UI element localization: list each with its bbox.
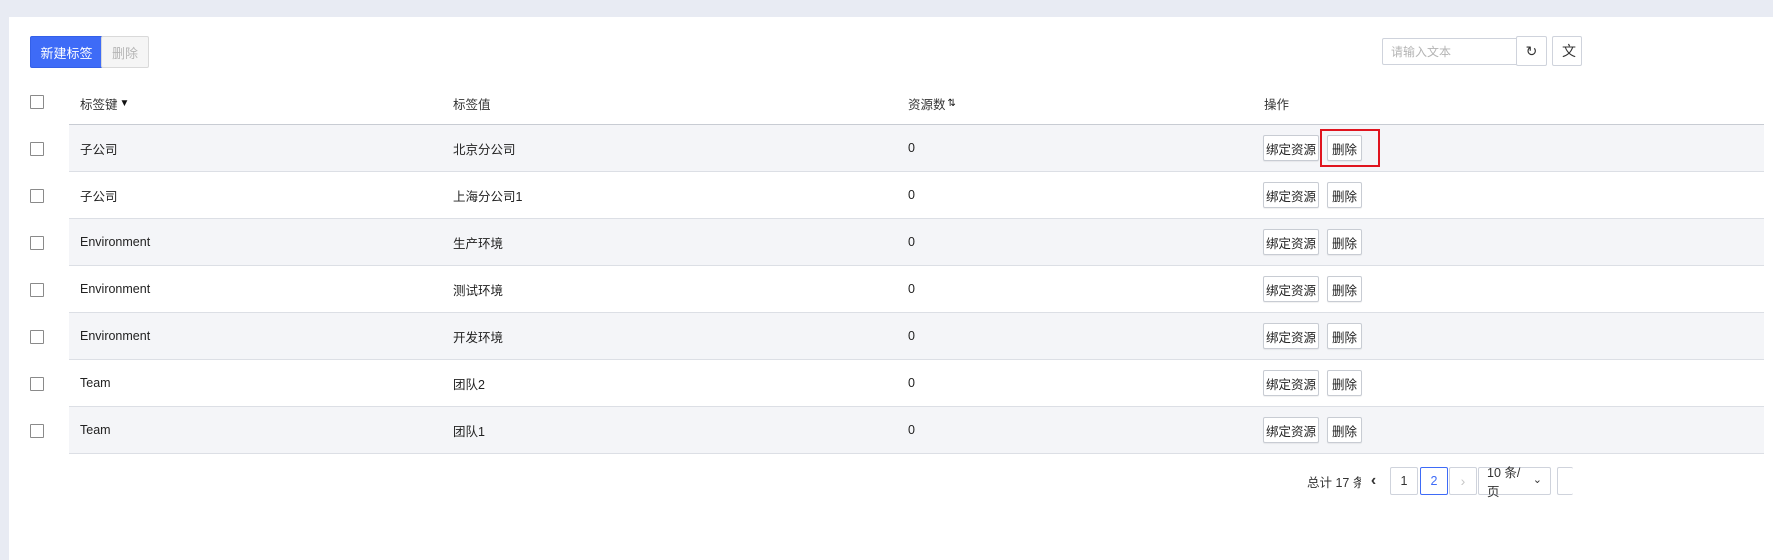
resource-count-cell: 0: [908, 188, 915, 202]
chevron-down-icon: ⌄: [1532, 473, 1542, 486]
tag-value-cell: 生产环境: [453, 236, 504, 251]
tag-value-cell: 团队2: [453, 377, 485, 392]
select-all-checkbox[interactable]: [30, 95, 44, 109]
bind-resource-button[interactable]: 绑定资源: [1263, 276, 1319, 302]
create-tag-button[interactable]: 新建标签: [30, 36, 103, 68]
page-size-value: 10 条/页: [1487, 466, 1521, 499]
delete-tag-button[interactable]: 删除: [1327, 323, 1362, 349]
delete-tag-button[interactable]: 删除: [1327, 135, 1362, 161]
row-checkbox[interactable]: [30, 189, 44, 203]
column-header-key-label: 标签键: [80, 98, 118, 112]
bind-resource-button[interactable]: 绑定资源: [1263, 229, 1319, 255]
delete-tag-button[interactable]: 删除: [1327, 417, 1362, 443]
delete-tag-button[interactable]: 删除: [1327, 276, 1362, 302]
table-row: 子公司 上海分公司1 0 绑定资源 删除: [69, 172, 1764, 219]
more-button[interactable]: 文: [1552, 36, 1582, 66]
tag-key-cell: Environment: [80, 329, 151, 343]
table-row: Environment 生产环境 0 绑定资源 删除: [69, 219, 1764, 266]
search-input[interactable]: [1382, 38, 1524, 65]
column-header-value-label: 标签值: [453, 98, 491, 112]
bind-resource-button[interactable]: 绑定资源: [1263, 370, 1319, 396]
tag-key-cell: 子公司: [80, 142, 118, 157]
column-header-count-label: 资源数: [908, 98, 946, 112]
bind-resource-button[interactable]: 绑定资源: [1263, 417, 1319, 443]
pagination-page-2[interactable]: 2: [1420, 467, 1448, 495]
refresh-button[interactable]: ↻: [1516, 36, 1547, 66]
bulk-delete-button[interactable]: 删除: [101, 36, 149, 68]
bind-resource-button[interactable]: 绑定资源: [1263, 182, 1319, 208]
resource-count-cell: 0: [908, 235, 915, 249]
pagination-page-1[interactable]: 1: [1390, 467, 1418, 495]
delete-tag-button[interactable]: 删除: [1327, 370, 1362, 396]
refresh-icon: ↻: [1525, 42, 1538, 59]
tag-key-cell: Team: [80, 423, 111, 437]
row-checkbox[interactable]: [30, 377, 44, 391]
tag-value-cell: 团队1: [453, 424, 485, 439]
pagination-prev-button[interactable]: ‹: [1361, 467, 1386, 495]
resource-count-cell: 0: [908, 423, 915, 437]
table-row: 子公司 北京分公司 0 绑定资源 删除: [69, 125, 1764, 172]
column-header-actions: 操作: [1264, 94, 1289, 113]
tag-value-cell: 上海分公司1: [453, 189, 523, 204]
table-row: Team 团队1 0 绑定资源 删除: [69, 407, 1764, 454]
table-row: Environment 测试环境 0 绑定资源 删除: [69, 266, 1764, 313]
column-header-actions-label: 操作: [1264, 98, 1290, 112]
tag-key-cell: Environment: [80, 282, 151, 296]
chevron-left-icon: ‹: [1370, 472, 1377, 489]
tag-key-cell: 子公司: [80, 189, 118, 204]
column-header-value: 标签值: [453, 94, 491, 113]
row-checkbox[interactable]: [30, 424, 44, 438]
table-row: Team 团队2 0 绑定资源 删除: [69, 360, 1764, 407]
resource-count-cell: 0: [908, 141, 915, 155]
row-checkbox[interactable]: [30, 330, 44, 344]
row-checkbox[interactable]: [30, 142, 44, 156]
page-size-select[interactable]: 10 条/页 ⌄: [1478, 466, 1551, 499]
tag-value-cell: 开发环境: [453, 330, 504, 345]
row-checkbox[interactable]: [30, 236, 44, 250]
delete-tag-button[interactable]: 删除: [1327, 229, 1362, 255]
bind-resource-button[interactable]: 绑定资源: [1263, 323, 1319, 349]
tag-key-cell: Team: [80, 376, 111, 390]
chevron-right-icon: ›: [1460, 473, 1466, 489]
more-button-label: 文: [1562, 43, 1576, 59]
pagination-next-button[interactable]: ›: [1449, 467, 1477, 495]
pagination-jump-button[interactable]: [1557, 467, 1573, 495]
table-row: Environment 开发环境 0 绑定资源 删除: [69, 313, 1764, 360]
resource-count-cell: 0: [908, 376, 915, 390]
bind-resource-button[interactable]: 绑定资源: [1263, 135, 1319, 161]
pagination-total: 总计 17 条: [1307, 476, 1366, 490]
sort-icon[interactable]: ⇅: [948, 98, 956, 109]
tag-key-cell: Environment: [80, 235, 151, 249]
tag-value-cell: 北京分公司: [453, 142, 516, 157]
row-checkbox[interactable]: [30, 283, 44, 297]
column-header-count: 资源数 ⇅: [908, 94, 956, 113]
filter-icon[interactable]: ▼: [120, 98, 130, 109]
delete-tag-button[interactable]: 删除: [1327, 182, 1362, 208]
resource-count-cell: 0: [908, 282, 915, 296]
resource-count-cell: 0: [908, 329, 915, 343]
column-header-key: 标签键 ▼: [80, 94, 129, 113]
tag-value-cell: 测试环境: [453, 283, 504, 298]
